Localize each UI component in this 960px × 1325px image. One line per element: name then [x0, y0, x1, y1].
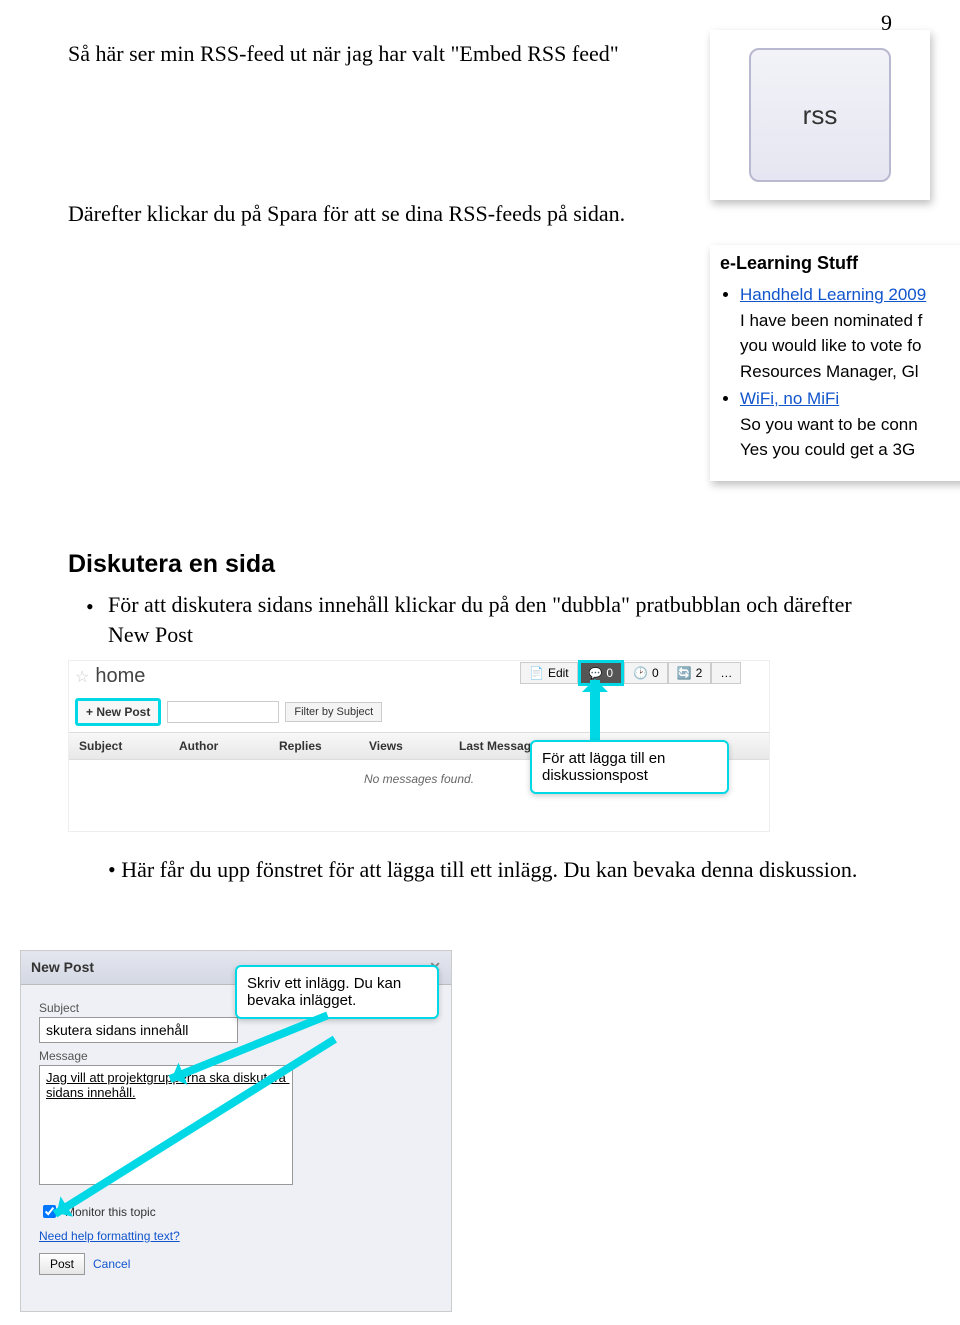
- col-subject[interactable]: Subject: [69, 733, 169, 759]
- feed-text: Resources Manager, Gl: [740, 362, 919, 381]
- search-input[interactable]: [167, 701, 279, 723]
- feed-link-2[interactable]: WiFi, no MiFi: [740, 389, 839, 408]
- edit-icon: 📄: [529, 666, 544, 680]
- cancel-link[interactable]: Cancel: [93, 1257, 130, 1271]
- feed-link-1[interactable]: Handheld Learning 2009: [740, 285, 926, 304]
- rss-tile-screenshot: rss: [710, 30, 930, 200]
- bullet-icon: •: [86, 592, 94, 622]
- feed-text: you would like to vote fo: [740, 336, 921, 355]
- home-label: home: [95, 665, 145, 688]
- annotation-arrow: [590, 680, 600, 740]
- bullet-1: • För att diskutera sidans innehåll klic…: [108, 590, 888, 649]
- feed-text: So you want to be conn: [740, 415, 918, 434]
- col-replies[interactable]: Replies: [269, 733, 359, 759]
- bullet-1-text: För att diskutera sidans innehåll klicka…: [108, 592, 852, 647]
- clock-icon: 🕑: [633, 666, 648, 680]
- help-formatting-link[interactable]: Need help formatting text?: [39, 1229, 433, 1243]
- other-count: 2: [696, 666, 703, 680]
- feed-text: I have been nominated f: [740, 311, 922, 330]
- tooltip-add-discussion: För att lägga till en diskussionspost: [530, 740, 729, 794]
- feed-title: e-Learning Stuff: [720, 253, 960, 274]
- section-heading: Diskutera en sida: [68, 550, 275, 579]
- paragraph-1: Så här ser min RSS-feed ut när jag har v…: [68, 40, 628, 69]
- dialog-title: New Post: [31, 959, 94, 976]
- edit-button[interactable]: 📄 Edit: [520, 662, 578, 684]
- paragraph-2: Därefter klickar du på Spara för att se …: [68, 200, 628, 229]
- bullet-2: • Här får du upp fönstret för att lägga …: [108, 855, 888, 885]
- history-count: 0: [652, 666, 659, 680]
- new-post-button[interactable]: + New Post: [75, 698, 161, 726]
- col-views[interactable]: Views: [359, 733, 449, 759]
- bullet-icon: •: [108, 857, 116, 882]
- monitor-label: Monitor this topic: [65, 1205, 156, 1219]
- history-button[interactable]: 🕑 0: [624, 662, 668, 684]
- star-icon[interactable]: ☆: [75, 667, 89, 687]
- edit-label: Edit: [548, 666, 569, 680]
- bullet-2-text: Här får du upp fönstret för att lägga ti…: [121, 857, 857, 882]
- post-button[interactable]: Post: [39, 1253, 85, 1275]
- subject-input[interactable]: [39, 1017, 238, 1043]
- rss-tile: rss: [749, 48, 891, 182]
- refresh-icon: 🔄: [677, 666, 692, 680]
- tooltip-write-post: Skriv ett inlägg. Du kan bevaka inlägget…: [235, 965, 439, 1019]
- feed-text: Yes you could get a 3G: [740, 440, 915, 459]
- rss-feed-preview: e-Learning Stuff Handheld Learning 2009 …: [710, 245, 960, 481]
- col-author[interactable]: Author: [169, 733, 269, 759]
- notify-button[interactable]: 🔄 2: [668, 662, 712, 684]
- page-action-bar: 📄 Edit 💬 0 🕑 0 🔄 2 …: [520, 660, 741, 686]
- more-button[interactable]: …: [711, 662, 741, 684]
- filter-by-subject-button[interactable]: Filter by Subject: [285, 702, 382, 722]
